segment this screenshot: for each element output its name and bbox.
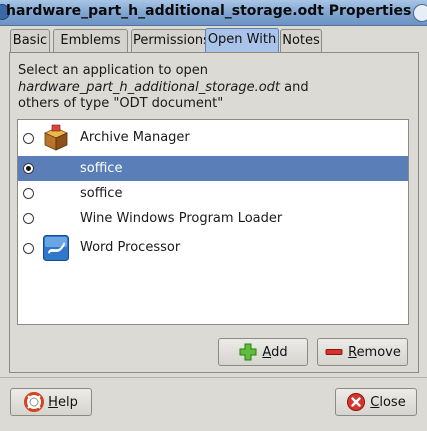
list-item-label: Archive Manager	[80, 130, 190, 145]
label-rest: emove	[356, 344, 401, 360]
intro-text: Select an application to open hardware_p…	[18, 63, 309, 113]
radio-button[interactable]	[23, 163, 34, 174]
intro-line-3: others of type "ODT document"	[18, 96, 224, 111]
tab-open-with[interactable]: Open With	[205, 28, 279, 54]
tab-label: Notes	[282, 33, 320, 48]
mnemonic: A	[262, 344, 272, 360]
radio-button[interactable]	[23, 133, 34, 144]
label-rest: lose	[379, 394, 406, 410]
close-icon	[347, 393, 366, 411]
tab-label: Emblems	[60, 33, 121, 48]
close-button-label: Close	[370, 395, 405, 410]
add-icon	[239, 343, 257, 361]
remove-button-label: Remove	[348, 345, 401, 360]
list-item-label: soffice	[80, 186, 123, 201]
mnemonic: H	[48, 394, 58, 410]
intro-line-1: Select an application to open	[18, 63, 209, 78]
word-processor-icon	[43, 235, 69, 261]
add-button[interactable]: Add	[218, 338, 308, 366]
window-close-icon[interactable]	[413, 4, 427, 22]
separator	[0, 377, 427, 378]
list-item-word-processor[interactable]: Word Processor	[18, 232, 408, 265]
list-item-label: soffice	[80, 161, 123, 176]
tab-label: Open With	[207, 32, 277, 47]
tab-label: Basic	[12, 33, 48, 48]
add-button-label: Add	[262, 345, 287, 360]
tab-basic[interactable]: Basic	[10, 29, 50, 53]
remove-button[interactable]: Remove	[317, 338, 408, 366]
radio-button[interactable]	[23, 213, 34, 224]
label-rest: dd	[271, 344, 288, 360]
label-rest: elp	[57, 394, 78, 410]
help-icon	[24, 392, 45, 412]
window-title: hardware_part_h_additional_storage.odt P…	[6, 3, 412, 19]
tab-notes[interactable]: Notes	[280, 29, 322, 53]
file-name: hardware_part_h_additional_storage.odt	[18, 79, 281, 95]
tab-emblems[interactable]: Emblems	[53, 29, 128, 53]
application-list[interactable]: Archive Manager soffice soffice Wine Win…	[17, 119, 409, 325]
list-item-soffice[interactable]: soffice	[18, 156, 408, 181]
intro-line-2: hardware_part_h_additional_storage.odt a…	[18, 80, 309, 97]
radio-button[interactable]	[23, 188, 34, 199]
mnemonic: C	[370, 394, 380, 410]
intro-and: and	[280, 79, 309, 95]
tab-label: Permissions	[133, 33, 210, 48]
list-item-soffice[interactable]: soffice	[18, 182, 408, 206]
list-item-label: Wine Windows Program Loader	[80, 211, 283, 226]
window-titlebar[interactable]: hardware_part_h_additional_storage.odt P…	[0, 0, 427, 26]
tab-permissions[interactable]: Permissions	[131, 29, 212, 53]
mnemonic: R	[348, 344, 357, 360]
radio-button[interactable]	[23, 243, 34, 254]
help-button[interactable]: Help	[10, 388, 92, 416]
close-button[interactable]: Close	[335, 388, 417, 416]
help-button-label: Help	[48, 395, 78, 410]
list-item-archive-manager[interactable]: Archive Manager	[18, 123, 408, 153]
radio-dot	[26, 166, 31, 171]
list-item-wine[interactable]: Wine Windows Program Loader	[18, 207, 408, 231]
remove-icon	[325, 349, 343, 355]
list-item-label: Word Processor	[80, 240, 181, 255]
archive-manager-icon	[44, 124, 68, 151]
